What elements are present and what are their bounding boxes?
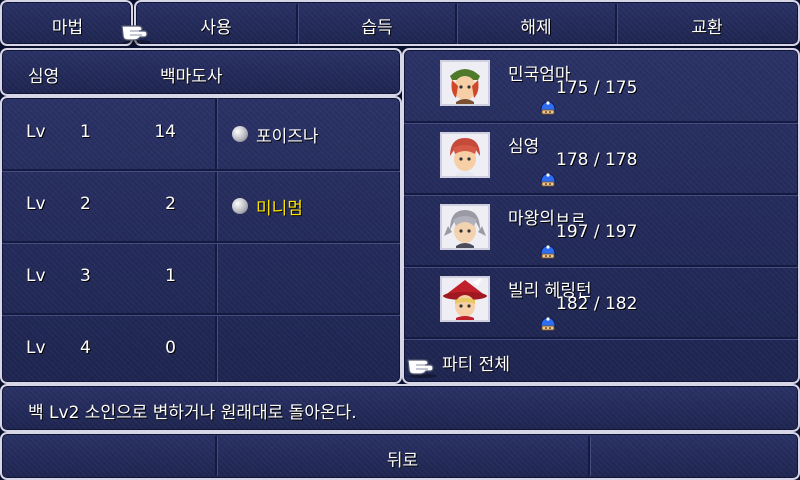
mini-status-icon: [539, 100, 557, 116]
mini-status-icon: [539, 244, 557, 260]
command-menu-window: 사용 습득 해제 교환: [134, 0, 800, 46]
level-number: 4: [80, 338, 91, 358]
member-portrait[interactable]: [440, 60, 490, 106]
command-learn[interactable]: 습득: [298, 13, 456, 38]
white-magic-orb-icon: [232, 126, 248, 142]
command-remove[interactable]: 해제: [457, 13, 615, 38]
spell-description: 백 Lv2 소인으로 변하거나 원래대로 돌아온다.: [28, 403, 357, 423]
pointing-hand-icon: [120, 18, 154, 44]
grid-divider: [2, 169, 400, 171]
level-charges: 2: [165, 194, 176, 214]
command-magic[interactable]: 마법: [2, 13, 133, 38]
caster-job: 백마도사: [160, 67, 223, 87]
red-mage-hat-portrait-icon: [442, 278, 488, 320]
member-portrait[interactable]: [440, 204, 490, 250]
level-charges: 1: [165, 266, 176, 286]
mini-status-icon: [539, 172, 557, 188]
member-hp: 175 / 175: [556, 78, 638, 98]
party-divider: [404, 337, 798, 339]
caster-window: 심영 백마도사: [0, 48, 402, 96]
level-label: Lv: [26, 194, 46, 214]
back-button[interactable]: 뒤로: [217, 446, 588, 471]
bottom-bar-window: 뒤로: [0, 432, 800, 480]
party-divider: [404, 265, 798, 267]
spell-name[interactable]: 포이즈나: [256, 122, 319, 147]
mini-status-icon: [539, 316, 557, 332]
member-hp: 197 / 197: [556, 222, 638, 242]
level-label: Lv: [26, 266, 46, 286]
level-number: 3: [80, 266, 91, 286]
level-charges: 0: [165, 338, 176, 358]
member-hp: 178 / 178: [556, 150, 638, 170]
grid-divider: [2, 313, 400, 315]
member-portrait[interactable]: [440, 276, 490, 322]
member-hp: 182 / 182: [556, 294, 638, 314]
bottom-divider: [588, 436, 590, 476]
party-window: 민국엄마 175 / 175 심영 178 / 178 마왕의ㅂㄹ 197 / …: [402, 48, 800, 384]
description-window: 백 Lv2 소인으로 변하거나 원래대로 돌아온다.: [0, 384, 800, 432]
command-menu-magic-window: 마법: [0, 0, 133, 46]
command-trade[interactable]: 교환: [617, 13, 797, 38]
command-use[interactable]: 사용: [136, 13, 296, 38]
spell-list-window: Lv 1 14 포이즈나 Lv 2 2 미니멈 Lv 3 1 Lv 4 0: [0, 96, 402, 384]
level-label: Lv: [26, 122, 46, 142]
silver-haired-portrait-icon: [442, 206, 488, 248]
spell-name-selected[interactable]: 미니멈: [256, 194, 303, 219]
caster-name: 심영: [28, 67, 60, 87]
red-haired-portrait-icon: [442, 134, 488, 176]
pointing-hand-icon: [406, 352, 440, 378]
party-divider: [404, 121, 798, 123]
green-bandana-portrait-icon: [442, 62, 488, 104]
grid-divider: [215, 98, 217, 382]
member-portrait[interactable]: [440, 132, 490, 178]
level-label: Lv: [26, 338, 46, 358]
grid-divider: [2, 241, 400, 243]
level-number: 2: [80, 194, 91, 214]
level-number: 1: [80, 122, 91, 142]
level-charges: 14: [154, 122, 176, 142]
party-all-option[interactable]: 파티 전체: [442, 350, 510, 375]
white-magic-orb-icon: [232, 198, 248, 214]
party-divider: [404, 193, 798, 195]
member-name: 심영: [508, 137, 540, 157]
